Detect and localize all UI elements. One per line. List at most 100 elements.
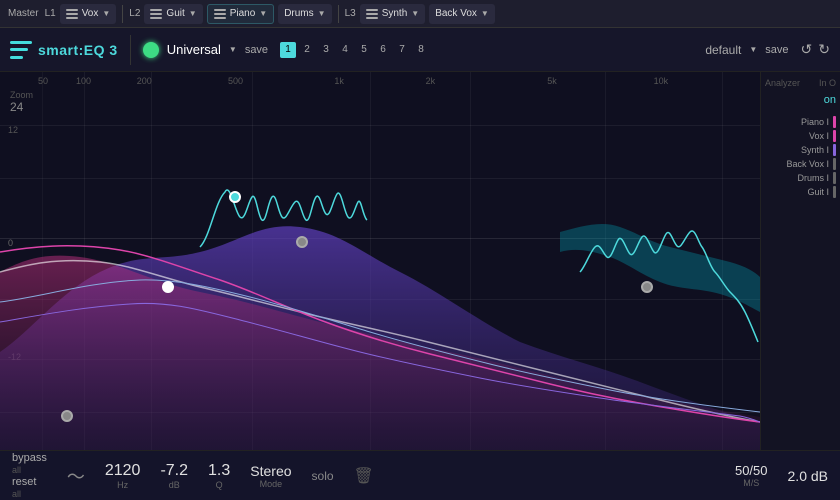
main-toolbar: smart:EQ 3 Universal ▼ save 1 2 3 4 5 6 … (0, 28, 840, 72)
preset-name: Universal (167, 42, 221, 57)
channel-name-piano: Piano I (801, 117, 829, 127)
freq-section: 2120 Hz (105, 462, 141, 490)
bypass-all-label: all (12, 465, 47, 475)
preset-section: Universal ▼ save (143, 42, 268, 58)
l1-label: L1 (45, 8, 56, 19)
mode-label: Mode (260, 479, 283, 489)
band-3[interactable]: 3 (318, 42, 334, 58)
track-item-synth[interactable]: Synth ▼ (360, 4, 426, 24)
track-item-backvox[interactable]: Back Vox ▼ (429, 4, 495, 24)
l3-label: L3 (345, 8, 356, 19)
eq-area[interactable]: 50 100 200 500 1k 2k 5k 10k Zoom 24 12 0… (0, 72, 840, 450)
reset-all-label: all (12, 489, 47, 499)
gain-unit: dB (169, 480, 180, 490)
gain-section: -7.2 dB (160, 462, 188, 490)
channel-bar-backvox (833, 158, 836, 170)
gain-value: -7.2 (160, 462, 188, 480)
preset-dropdown-arrow[interactable]: ▼ (229, 45, 237, 54)
wave-icon: 〜 (67, 463, 85, 489)
band-5[interactable]: 5 (356, 42, 372, 58)
track-lines-icon (66, 9, 78, 19)
toolbar-sep-1 (130, 35, 131, 65)
track-arrow-piano: ▼ (259, 9, 267, 18)
eq-curves-svg (0, 72, 760, 450)
in-out-label: In O (819, 78, 836, 88)
track-item-drums[interactable]: Drums ▼ (278, 4, 331, 24)
q-value: 1.3 (208, 462, 230, 480)
control-point-5[interactable] (641, 281, 653, 293)
mode-value: Stereo (250, 463, 291, 479)
channel-bar-drums (833, 172, 836, 184)
bypass-button[interactable]: bypass (12, 452, 47, 464)
channel-name-guit: Guit I (807, 187, 829, 197)
q-label: Q (216, 480, 223, 490)
band-8[interactable]: 8 (413, 42, 429, 58)
track-name-synth: Synth (382, 8, 408, 19)
right-panel: Analyzer In O on Piano I Vox I Synth I B… (760, 72, 840, 450)
analyzer-label: Analyzer (765, 78, 800, 88)
channel-name-drums: Drums I (798, 173, 830, 183)
band-6[interactable]: 6 (375, 42, 391, 58)
control-point-1[interactable] (229, 191, 241, 203)
track-arrow-backvox: ▼ (481, 9, 489, 18)
logo: smart:EQ 3 (10, 41, 118, 59)
undo-button[interactable]: ↺ (801, 41, 813, 58)
bypass-row: bypass (12, 452, 47, 464)
mode-section: Stereo Mode (250, 463, 291, 489)
control-point-2[interactable] (296, 236, 308, 248)
band-7[interactable]: 7 (394, 42, 410, 58)
band-4[interactable]: 4 (337, 42, 353, 58)
output-section: 2.0 dB (788, 468, 828, 484)
track-arrow-guit: ▼ (189, 9, 197, 18)
default-preset-section: default ▼ save (705, 43, 788, 57)
freq-unit: Hz (117, 480, 128, 490)
band-selector: 1 2 3 4 5 6 7 8 (280, 42, 429, 58)
default-dropdown-arrow[interactable]: ▼ (749, 45, 757, 54)
band-1[interactable]: 1 (280, 42, 296, 58)
undo-redo-section: ↺ ↻ (801, 41, 830, 58)
save-button[interactable]: save (245, 44, 268, 56)
channel-bar-vox (833, 130, 836, 142)
default-save-button[interactable]: save (765, 44, 788, 56)
track-item-guit[interactable]: Guit ▼ (144, 4, 202, 24)
control-point-3[interactable] (162, 281, 174, 293)
track-name-drums: Drums (284, 8, 313, 19)
ms-label: M/S (743, 478, 759, 488)
logo-text: smart:EQ 3 (38, 42, 118, 58)
track-item-vox[interactable]: Vox ▼ (60, 4, 117, 24)
bottom-bar: bypass all reset all 〜 2120 Hz -7.2 dB 1… (0, 450, 840, 500)
track-name-vox: Vox (82, 8, 99, 19)
track-section-l3: L3 Synth ▼ Back Vox ▼ (345, 4, 495, 24)
track-section-l2: L2 Guit ▼ Piano ▼ Drums ▼ (129, 4, 331, 24)
bypass-reset-section: bypass all reset all (12, 452, 47, 499)
teal-fill (560, 224, 760, 312)
master-label: Master (8, 8, 39, 19)
output-value: 2.0 dB (788, 468, 828, 484)
channel-guit: Guit I (765, 186, 836, 198)
channel-bar-guit (833, 186, 836, 198)
channel-bar-piano (833, 116, 836, 128)
channel-backvox: Back Vox I (765, 158, 836, 170)
analyzer-on-button[interactable]: on (824, 94, 836, 106)
channel-name-backvox: Back Vox I (786, 159, 829, 169)
default-preset-name: default (705, 43, 741, 57)
channel-name-synth: Synth I (801, 145, 829, 155)
delete-button[interactable]: 🗑 (354, 466, 374, 486)
control-point-4[interactable] (61, 410, 73, 422)
band-2[interactable]: 2 (299, 42, 315, 58)
redo-button[interactable]: ↻ (818, 41, 830, 58)
channel-drums: Drums I (765, 172, 836, 184)
reset-button[interactable]: reset (12, 476, 36, 488)
track-item-piano[interactable]: Piano ▼ (207, 4, 275, 24)
channel-synth: Synth I (765, 144, 836, 156)
track-name-piano: Piano (230, 8, 256, 19)
logo-icon (10, 41, 32, 59)
track-bar: Master L1 Vox ▼ L2 Guit ▼ Piano ▼ (0, 0, 840, 28)
track-name-guit: Guit (166, 8, 184, 19)
channel-list: Piano I Vox I Synth I Back Vox I Drums I… (765, 116, 836, 198)
solo-button[interactable]: solo (312, 469, 334, 483)
track-section-l1: L1 Vox ▼ (45, 4, 117, 24)
balance-value: 50/50 (735, 463, 768, 478)
freq-value: 2120 (105, 462, 141, 480)
active-indicator[interactable] (143, 42, 159, 58)
